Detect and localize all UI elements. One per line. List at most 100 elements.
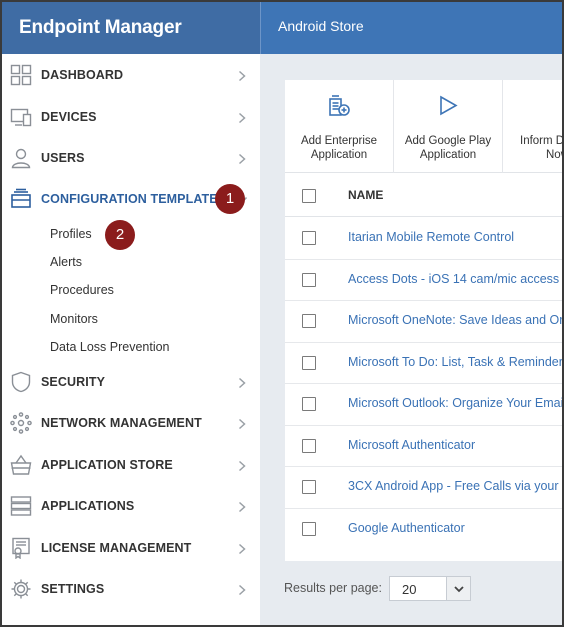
tool-label: Inform De Now (520, 134, 564, 162)
row-checkbox[interactable] (302, 438, 316, 453)
sidebar-item-label: APPLICATION STORE (41, 458, 173, 472)
callout-badge: 2 (105, 220, 135, 250)
sidebar-item-license-management[interactable]: LICENSE MANAGEMENT (2, 528, 260, 568)
app-list-panel: Add Enterprise Application Add Google Pl… (285, 80, 562, 561)
sidebar-subitem-profiles[interactable]: Profiles (50, 227, 92, 241)
sidebar-item-network-management[interactable]: NETWORK MANAGEMENT (2, 403, 260, 443)
page-title: Android Store (260, 2, 562, 54)
devices-icon (10, 106, 32, 128)
row-checkbox[interactable] (302, 480, 316, 494)
sidebar-item-users[interactable]: USERS (2, 138, 260, 178)
results-per-page-label: Results per page: (284, 581, 382, 595)
app-brand: Endpoint Manager (2, 2, 260, 54)
table-row[interactable]: Access Dots - iOS 14 cam/mic access i (285, 260, 562, 301)
toolbar: Add Enterprise Application Add Google Pl… (285, 80, 562, 173)
tool-label-line: Inform De (520, 135, 564, 147)
row-checkbox[interactable] (302, 397, 316, 411)
sidebar-item-label: DASHBOARD (41, 68, 124, 82)
sidebar-item-label: DEVICES (41, 110, 97, 124)
basket-icon (10, 454, 32, 476)
row-checkbox[interactable] (302, 314, 316, 328)
tool-label-line: Add Enterprise (300, 135, 378, 147)
sidebar: DASHBOARD DEVICES USERS CONFIGURATION TE… (2, 54, 260, 625)
app-name-link[interactable]: Microsoft Authenticator (348, 438, 475, 452)
tool-label-line: Add Google Play (404, 135, 492, 147)
chevron-right-icon (236, 376, 248, 389)
row-checkbox[interactable] (302, 355, 316, 370)
app-name-link[interactable]: Access Dots - iOS 14 cam/mic access i (348, 272, 562, 286)
templates-icon (10, 188, 32, 210)
table-row[interactable]: Microsoft Outlook: Organize Your Email (285, 384, 562, 426)
app-name-link[interactable]: Microsoft To Do: List, Task & Reminder (348, 355, 562, 369)
table-row[interactable]: Itarian Mobile Remote Control (285, 218, 562, 260)
app-name-link[interactable]: Itarian Mobile Remote Control (348, 230, 514, 244)
app-name-link[interactable]: Microsoft Outlook: Organize Your Email (348, 396, 562, 410)
sidebar-item-security[interactable]: SECURITY (2, 362, 260, 402)
select-all-checkbox[interactable] (302, 189, 316, 203)
table-row[interactable]: Microsoft OneNote: Save Ideas and Org (285, 301, 562, 343)
sidebar-item-application-store[interactable]: APPLICATION STORE (2, 445, 260, 485)
callout-badge: 1 (215, 184, 245, 214)
inform-devices-button[interactable]: Inform De Now (503, 80, 564, 173)
sidebar-item-applications[interactable]: APPLICATIONS (2, 486, 260, 526)
sidebar-item-label: CONFIGURATION TEMPLATES (41, 192, 227, 206)
tool-label-line: Application (310, 149, 368, 161)
row-checkbox[interactable] (302, 521, 316, 536)
chevron-right-icon (236, 417, 248, 430)
chevron-right-icon (236, 500, 248, 513)
chevron-down-icon (454, 586, 464, 593)
results-per-page-value: 20 (402, 582, 417, 597)
chevron-right-icon (236, 459, 248, 472)
chevron-right-icon (236, 152, 248, 165)
table-header: NAME (285, 173, 562, 217)
column-header-name[interactable]: NAME (348, 188, 383, 202)
sidebar-item-label: SETTINGS (41, 582, 105, 596)
sidebar-item-label: SECURITY (41, 375, 106, 389)
gear-icon (10, 578, 32, 600)
chevron-right-icon (236, 583, 248, 596)
user-icon (10, 147, 32, 169)
app-name-link[interactable]: 3CX Android App - Free Calls via your E (348, 479, 562, 493)
app-window: Endpoint Manager Android Store DASHBOARD… (0, 0, 564, 627)
tool-label: Add Google Play Application (394, 134, 502, 162)
sidebar-item-configuration-templates[interactable]: CONFIGURATION TEMPLATES 1 (2, 179, 260, 219)
app-name-link[interactable]: Microsoft OneNote: Save Ideas and Org (348, 313, 562, 327)
chevron-right-icon (236, 69, 248, 82)
applications-icon (10, 495, 32, 517)
page-title-text: Android Store (278, 18, 364, 34)
dashboard-icon (10, 64, 32, 86)
sidebar-item-label: USERS (41, 151, 85, 165)
sidebar-item-devices[interactable]: DEVICES (2, 97, 260, 137)
table-row[interactable]: Microsoft Authenticator (285, 426, 562, 467)
results-per-page-select[interactable]: 20 (389, 576, 471, 601)
row-checkbox[interactable] (302, 231, 316, 245)
app-name-link[interactable]: Google Authenticator (348, 521, 465, 535)
dropdown-button[interactable] (446, 577, 470, 600)
tool-label: Add Enterprise Application (285, 134, 393, 162)
license-icon (10, 537, 32, 560)
add-google-play-application-button[interactable]: Add Google Play Application (394, 80, 502, 173)
table-row[interactable]: 3CX Android App - Free Calls via your E (285, 467, 562, 509)
table-row[interactable]: Microsoft To Do: List, Task & Reminder (285, 343, 562, 384)
row-checkbox[interactable] (302, 272, 316, 287)
sidebar-item-dashboard[interactable]: DASHBOARD (2, 55, 260, 95)
chevron-right-icon (236, 111, 248, 124)
sidebar-item-label: LICENSE MANAGEMENT (41, 541, 192, 555)
tool-label-line: Application (419, 149, 477, 161)
shield-icon (10, 371, 32, 393)
tool-label-line: Now (546, 149, 562, 161)
sidebar-subitem-procedures[interactable]: Procedures (50, 283, 114, 297)
main-content: Add Enterprise Application Add Google Pl… (260, 54, 562, 625)
sidebar-item-label: APPLICATIONS (41, 499, 135, 513)
sidebar-subitem-monitors[interactable]: Monitors (50, 312, 98, 326)
network-icon (10, 412, 32, 434)
add-enterprise-application-button[interactable]: Add Enterprise Application (285, 80, 393, 173)
sidebar-subitem-alerts[interactable]: Alerts (50, 255, 82, 269)
chevron-right-icon (236, 542, 248, 555)
enterprise-app-icon (327, 94, 351, 118)
sidebar-item-settings[interactable]: SETTINGS (2, 569, 260, 609)
sidebar-subitem-data-loss-prevention[interactable]: Data Loss Prevention (50, 340, 170, 354)
table-row[interactable]: Google Authenticator (285, 509, 562, 551)
sidebar-item-label: NETWORK MANAGEMENT (41, 416, 202, 430)
play-icon (436, 94, 460, 118)
